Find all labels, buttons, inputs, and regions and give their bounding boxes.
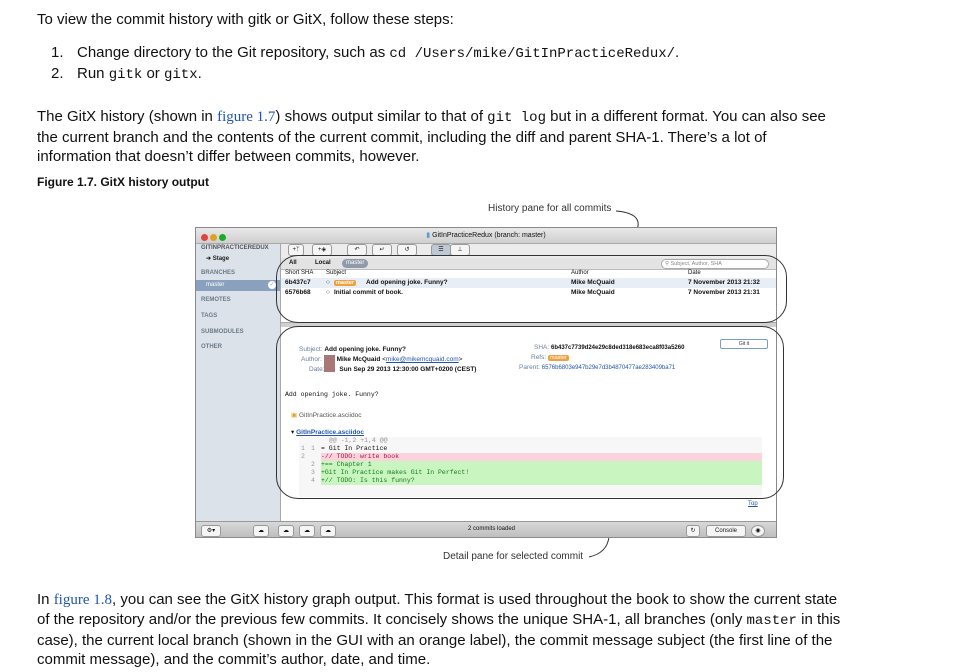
checkmark-icon: ✓ bbox=[268, 281, 276, 289]
console-label: Console bbox=[714, 528, 737, 534]
zoom-icon[interactable] bbox=[219, 234, 226, 241]
sidebar-item-master[interactable]: master ✓ bbox=[196, 280, 280, 291]
step-2: 2. Run gitk or gitx. bbox=[37, 64, 679, 85]
sidebar-heading-branches: BRANCHES bbox=[201, 270, 236, 276]
para1-line2: the current branch and the contents of t… bbox=[37, 129, 767, 146]
sidebar-heading-tags: TAGS bbox=[201, 313, 218, 319]
branch-label: master bbox=[206, 282, 225, 288]
step-text-end: . bbox=[675, 44, 680, 61]
folder-icon: ▮ bbox=[426, 232, 431, 239]
step-number: 1. bbox=[51, 44, 64, 61]
repo-name: GITINPRACTICEREDUX bbox=[201, 245, 269, 251]
para2-text-c: in this bbox=[796, 611, 841, 628]
step-code-2: gitx bbox=[163, 67, 198, 83]
para1-code: git log bbox=[487, 110, 546, 126]
status-bar: ⚙▾ ☁ ☁ ☁ ☁ 2 commits loaded ↻ Console ◉ bbox=[196, 521, 776, 537]
close-icon[interactable] bbox=[201, 234, 208, 241]
refresh-icon[interactable]: ↻ bbox=[686, 525, 700, 537]
stage-icon: ➜ bbox=[206, 256, 212, 262]
intro-text: To view the commit history with gitk or … bbox=[37, 11, 454, 28]
paragraph-2: In figure 1.8, you can see the GitX hist… bbox=[37, 590, 947, 669]
console-button[interactable]: Console bbox=[706, 525, 746, 537]
para2-line2: of the repository and/or the previous fe… bbox=[37, 611, 747, 628]
step-text-mid: or bbox=[142, 65, 164, 82]
sidebar-item-stage[interactable]: ➜ Stage bbox=[206, 255, 229, 262]
window-title: GitInPracticeRedux (branch: master) bbox=[432, 232, 546, 239]
commits-loaded-status: 2 commits loaded bbox=[468, 526, 516, 532]
stage-label: Stage bbox=[212, 256, 230, 262]
gear-icon[interactable]: ⚙▾ bbox=[201, 525, 221, 537]
para1-text-b: ) shows output similar to that of bbox=[275, 108, 488, 125]
cloud-upload-icon[interactable]: ☁ bbox=[299, 525, 315, 537]
top-link[interactable]: Top bbox=[748, 501, 758, 507]
figure-1-8-link[interactable]: figure 1.8 bbox=[54, 592, 112, 608]
sidebar-heading-remotes: REMOTES bbox=[201, 297, 231, 303]
step-number: 2. bbox=[51, 65, 64, 82]
para2-line4: commit message), and the commit’s author… bbox=[37, 651, 431, 668]
para1-text-a: The GitX history (shown in bbox=[37, 108, 218, 125]
para1-line3: information that doesn’t differ between … bbox=[37, 148, 420, 165]
figure-1-7-link[interactable]: figure 1.7 bbox=[217, 109, 275, 125]
cloud-download-icon[interactable]: ☁ bbox=[278, 525, 294, 537]
sidebar-heading-submodules: SUBMODULES bbox=[201, 329, 244, 335]
stop-icon[interactable]: ◉ bbox=[751, 525, 765, 537]
para1-text-c: but in a different format. You can also … bbox=[545, 108, 826, 125]
step-1: 1. Change directory to the Git repositor… bbox=[37, 43, 679, 64]
step-text: Run bbox=[77, 65, 109, 82]
paragraph-1: The GitX history (shown in figure 1.7) s… bbox=[37, 107, 937, 166]
step-text-end: . bbox=[197, 65, 202, 82]
window-titlebar: ▮ GitInPracticeRedux (branch: master) bbox=[196, 228, 776, 244]
step-text: Change directory to the Git repository, … bbox=[77, 44, 390, 61]
callout-history-pane: History pane for all commits bbox=[488, 203, 612, 214]
step-code: cd /Users/mike/GitInPracticeRedux/ bbox=[389, 46, 676, 62]
sidebar: GITINPRACTICEREDUX ➜ Stage BRANCHES mast… bbox=[196, 244, 281, 521]
minimize-icon[interactable] bbox=[210, 234, 217, 241]
detail-pane-highlight bbox=[276, 326, 784, 499]
history-pane-highlight bbox=[276, 255, 787, 323]
sidebar-heading-other: OTHER bbox=[201, 344, 222, 350]
cloud-sync-icon[interactable]: ☁ bbox=[320, 525, 336, 537]
para2-text-a: In bbox=[37, 591, 54, 608]
callout-detail-pane: Detail pane for selected commit bbox=[443, 551, 584, 562]
steps-list: 1. Change directory to the Git repositor… bbox=[37, 43, 679, 85]
step-code: gitk bbox=[108, 67, 143, 83]
para2-text-b: , you can see the GitX history graph out… bbox=[112, 591, 838, 608]
para2-line3: case), the current local branch (shown i… bbox=[37, 632, 833, 649]
cloud-icon[interactable]: ☁ bbox=[253, 525, 269, 537]
figure-caption: Figure 1.7. GitX history output bbox=[37, 175, 210, 189]
para2-code: master bbox=[746, 613, 797, 629]
